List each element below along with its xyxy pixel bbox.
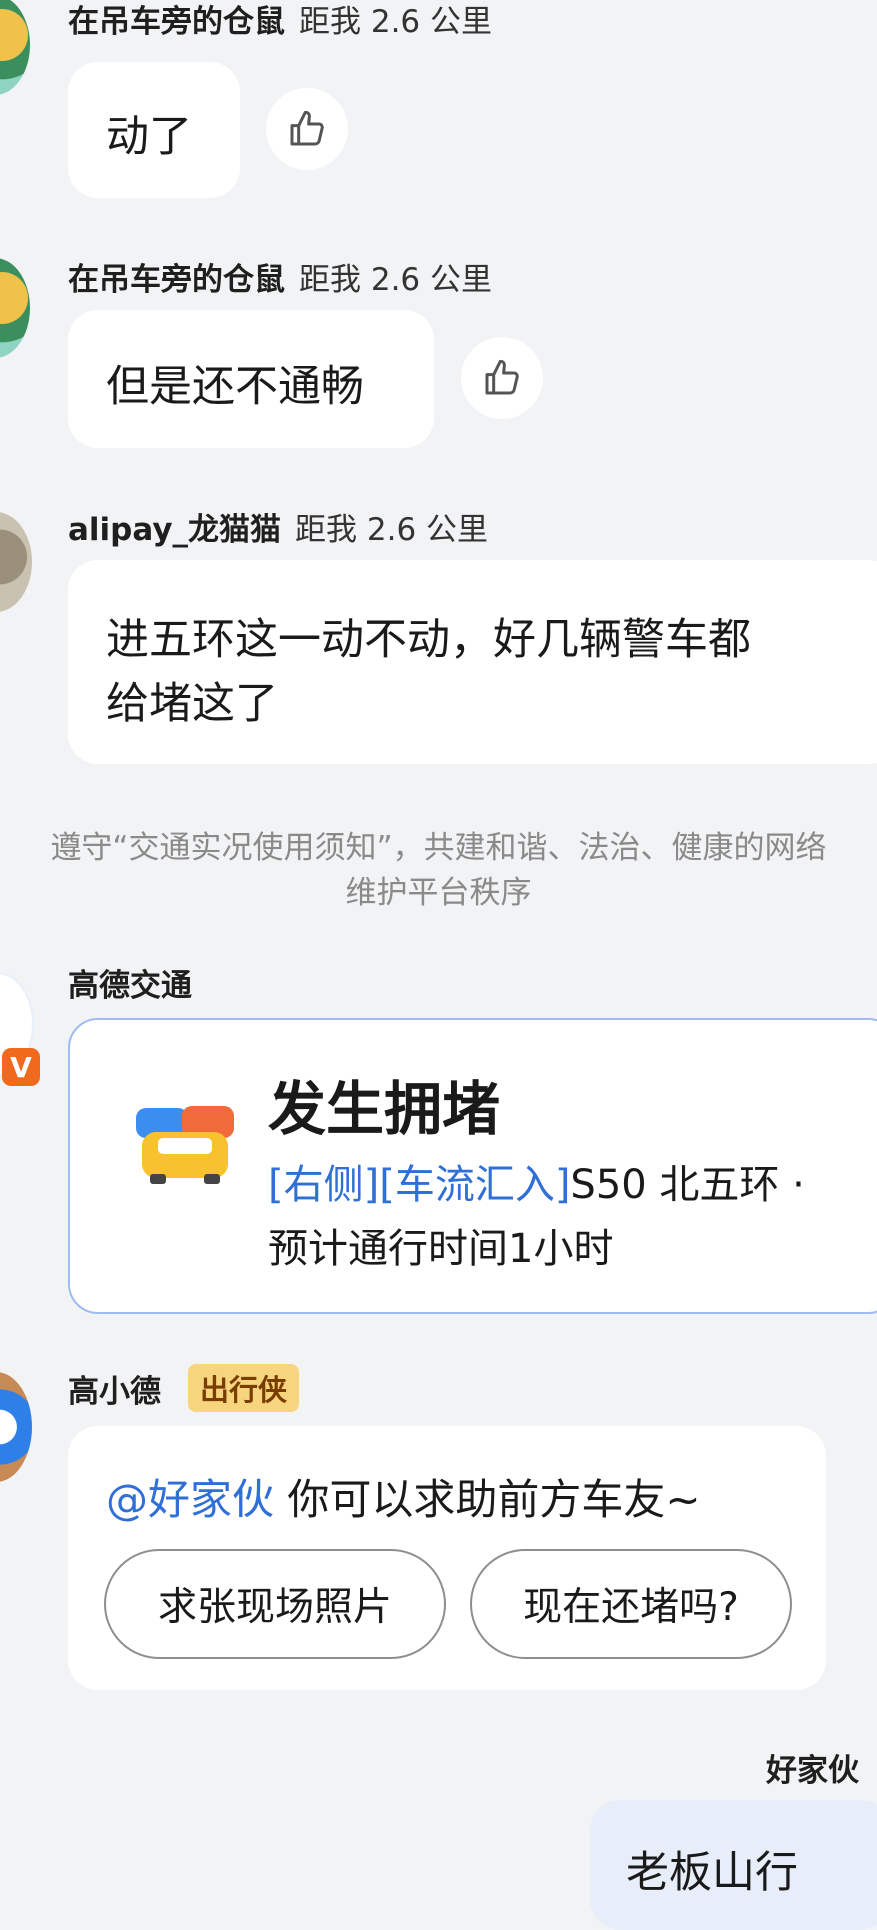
mention-link[interactable]: @好家伙 xyxy=(106,1475,274,1524)
thumbs-up-icon xyxy=(290,110,324,146)
assistant-message: @好家伙 你可以求助前方车友~ xyxy=(106,1466,701,1527)
alert-road: S50 北五环 · xyxy=(570,1162,805,1208)
message-bubble[interactable]: 但是还不通畅 xyxy=(68,310,434,448)
system-notice-line2: 维护平台秩序 xyxy=(345,875,532,911)
status-badge: 出行侠 xyxy=(188,1364,300,1412)
like-button[interactable] xyxy=(266,88,348,170)
message-text: 但是还不通畅 xyxy=(106,362,364,412)
avatar[interactable] xyxy=(0,258,30,358)
self-message-text: 老板山行 xyxy=(626,1848,798,1898)
message-text-line1: 进五环这一动不动，好几辆警车都 xyxy=(106,615,751,665)
assistant-text: 你可以求助前方车友~ xyxy=(274,1475,701,1524)
assistant-bubble: @好家伙 你可以求助前方车友~ 求张现场照片 现在还堵吗? xyxy=(68,1426,826,1690)
message-bubble[interactable]: 动了 xyxy=(68,62,240,198)
thumbs-up-icon xyxy=(485,359,519,395)
quick-reply-button[interactable]: 现在还堵吗? xyxy=(470,1549,792,1659)
like-button[interactable] xyxy=(461,337,543,419)
message-text-line2: 给堵这了 xyxy=(106,679,278,729)
message-bubble[interactable]: 进五环这一动不动，好几辆警车都 给堵这了 xyxy=(68,560,877,764)
self-name: 好家伙 xyxy=(766,1753,859,1789)
traffic-alert-card[interactable]: 发生拥堵 [右侧][车流汇入]S50 北五环 · 预计通行时间1小时 xyxy=(68,1018,877,1314)
avatar[interactable] xyxy=(0,0,30,95)
message-author: 高德交通 xyxy=(68,968,192,1004)
author-distance: 距我 2.6 公里 xyxy=(299,4,493,40)
verified-badge-text: V xyxy=(10,1050,32,1084)
self-bubble[interactable]: 老板山行 xyxy=(590,1800,877,1930)
alert-eta: 预计通行时间1小时 xyxy=(268,1226,614,1272)
quick-reply-button[interactable]: 求张现场照片 xyxy=(104,1549,446,1659)
alert-title: 发生拥堵 xyxy=(268,1075,501,1143)
message-author: 在吊车旁的仓鼠 距我 2.6 公里 xyxy=(68,254,492,299)
alert-location: [右侧][车流汇入]S50 北五环 · xyxy=(268,1152,805,1210)
status-badge-text: 出行侠 xyxy=(200,1373,288,1407)
message-text: 动了 xyxy=(106,112,192,162)
author-name: alipay_龙猫猫 xyxy=(68,512,282,548)
author-name: 在吊车旁的仓鼠 xyxy=(68,262,285,298)
avatar[interactable] xyxy=(0,1372,32,1482)
author-name: 高小德 xyxy=(68,1374,161,1410)
system-notice-line1: 遵守“交通实况使用须知”，共建和谐、法治、健康的网络 xyxy=(50,830,827,866)
message-author: 在吊车旁的仓鼠 距我 2.6 公里 xyxy=(68,0,492,41)
avatar[interactable] xyxy=(0,512,32,612)
author-distance: 距我 2.6 公里 xyxy=(299,262,493,298)
verified-badge-icon: V xyxy=(2,1048,40,1086)
alert-tags: [右侧][车流汇入] xyxy=(268,1162,571,1208)
author-distance: 距我 2.6 公里 xyxy=(295,512,489,548)
message-author: alipay_龙猫猫 距我 2.6 公里 xyxy=(68,504,488,549)
message-author: 高小德 xyxy=(68,1366,161,1411)
author-name: 在吊车旁的仓鼠 xyxy=(68,4,285,40)
car-congestion-icon xyxy=(136,1106,234,1184)
